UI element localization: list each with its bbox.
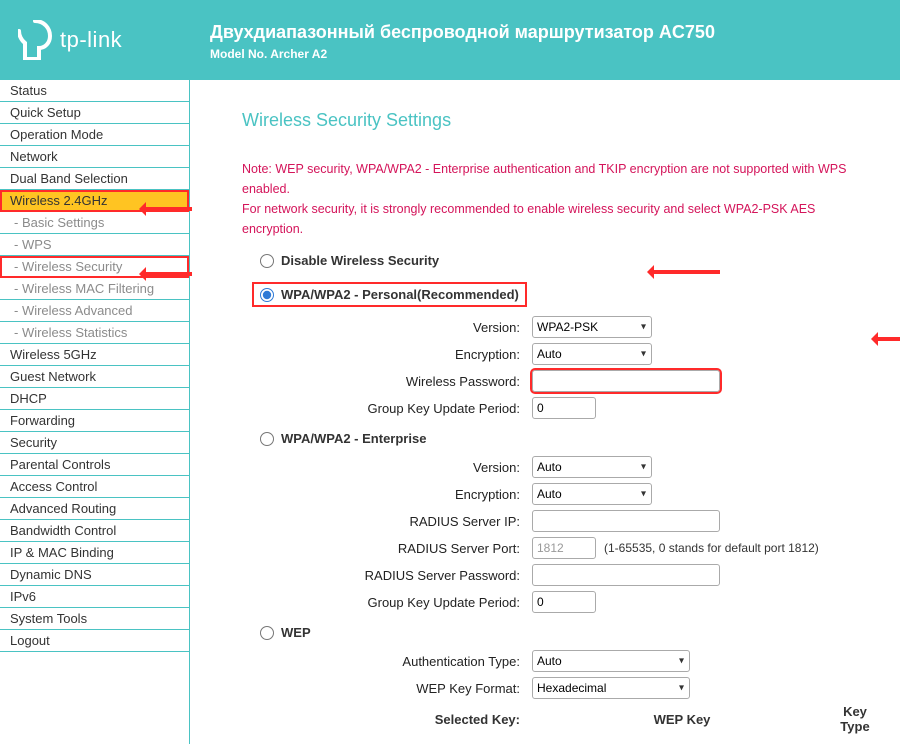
router-model: Model No. Archer A2 — [210, 47, 715, 61]
annotation-arrow — [142, 272, 192, 276]
sidebar-item[interactable]: Operation Mode — [0, 124, 189, 146]
label-radius-pw: RADIUS Server Password: — [242, 568, 532, 583]
content: Wireless Security Settings Note: WEP sec… — [190, 80, 900, 744]
brand-logo: tp-link — [18, 20, 122, 60]
radio-enterprise[interactable] — [260, 432, 274, 446]
input-personal-gk[interactable] — [532, 397, 596, 419]
annotation-arrow — [874, 337, 900, 341]
input-radius-port[interactable] — [532, 537, 596, 559]
sidebar-item[interactable]: - Basic Settings — [0, 212, 189, 234]
sidebar-item[interactable]: Quick Setup — [0, 102, 189, 124]
radio-wep[interactable] — [260, 626, 274, 640]
label-personal-password: Wireless Password: — [242, 374, 532, 389]
select-wep-auth[interactable]: Auto — [532, 650, 690, 672]
page-title: Wireless Security Settings — [242, 110, 878, 131]
wep-key-header: Selected Key: WEP Key Key Type — [242, 704, 878, 734]
hint-radius-port: (1-65535, 0 stands for default port 1812… — [604, 541, 819, 555]
label-ent-gk: Group Key Update Period: — [242, 595, 532, 610]
label-enterprise: WPA/WPA2 - Enterprise — [281, 431, 426, 446]
select-ent-encryption[interactable]: Auto — [532, 483, 652, 505]
input-ent-gk[interactable] — [532, 591, 596, 613]
sidebar-item[interactable]: DHCP — [0, 388, 189, 410]
input-radius-ip[interactable] — [532, 510, 720, 532]
header-title: Двухдиапазонный беспроводной маршрутизат… — [210, 22, 715, 61]
sidebar-item[interactable]: Access Control — [0, 476, 189, 498]
router-title: Двухдиапазонный беспроводной маршрутизат… — [210, 22, 715, 43]
sidebar-item[interactable]: Forwarding — [0, 410, 189, 432]
sidebar-item[interactable]: IP & MAC Binding — [0, 542, 189, 564]
sidebar-item[interactable]: Bandwidth Control — [0, 520, 189, 542]
sidebar-item[interactable]: Logout — [0, 630, 189, 652]
select-wep-format[interactable]: Hexadecimal — [532, 677, 690, 699]
sidebar: StatusQuick SetupOperation ModeNetworkDu… — [0, 80, 190, 744]
sidebar-item[interactable]: Status — [0, 80, 189, 102]
option-personal[interactable]: WPA/WPA2 - Personal(Recommended) — [254, 284, 525, 305]
sidebar-item[interactable]: Dynamic DNS — [0, 564, 189, 586]
select-personal-version[interactable]: WPA2-PSK — [532, 316, 652, 338]
sidebar-item[interactable]: - WPS — [0, 234, 189, 256]
sidebar-item[interactable]: System Tools — [0, 608, 189, 630]
radio-disable[interactable] — [260, 254, 274, 268]
sidebar-item[interactable]: Guest Network — [0, 366, 189, 388]
sidebar-item[interactable]: Dual Band Selection — [0, 168, 189, 190]
sidebar-item[interactable]: Parental Controls — [0, 454, 189, 476]
label-radius-port: RADIUS Server Port: — [242, 541, 532, 556]
label-ent-encryption: Encryption: — [242, 487, 532, 502]
sidebar-item[interactable]: - Wireless MAC Filtering — [0, 278, 189, 300]
sidebar-item[interactable]: Wireless 5GHz — [0, 344, 189, 366]
sidebar-item[interactable]: IPv6 — [0, 586, 189, 608]
header: tp-link Двухдиапазонный беспроводной мар… — [0, 0, 900, 80]
label-personal-version: Version: — [242, 320, 532, 335]
select-personal-encryption[interactable]: Auto — [532, 343, 652, 365]
label-radius-ip: RADIUS Server IP: — [242, 514, 532, 529]
option-disable[interactable]: Disable Wireless Security — [260, 253, 878, 268]
tplink-logo-icon — [18, 20, 52, 60]
sidebar-item[interactable]: - Wireless Statistics — [0, 322, 189, 344]
label-wep: WEP — [281, 625, 311, 640]
annotation-arrow — [650, 270, 720, 274]
option-wep[interactable]: WEP — [260, 625, 878, 640]
option-enterprise[interactable]: WPA/WPA2 - Enterprise — [260, 431, 878, 446]
sidebar-item[interactable]: - Wireless Advanced — [0, 300, 189, 322]
input-radius-pw[interactable] — [532, 564, 720, 586]
label-personal-gk: Group Key Update Period: — [242, 401, 532, 416]
select-ent-version[interactable]: Auto — [532, 456, 652, 478]
sidebar-item[interactable]: Advanced Routing — [0, 498, 189, 520]
label-personal-encryption: Encryption: — [242, 347, 532, 362]
label-wep-format: WEP Key Format: — [242, 681, 532, 696]
label-wep-auth: Authentication Type: — [242, 654, 532, 669]
sidebar-item[interactable]: Security — [0, 432, 189, 454]
label-personal: WPA/WPA2 - Personal(Recommended) — [281, 287, 519, 302]
annotation-arrow — [142, 207, 192, 211]
brand-text: tp-link — [60, 27, 122, 53]
input-personal-password[interactable] — [532, 370, 720, 392]
sidebar-item[interactable]: Network — [0, 146, 189, 168]
security-note: Note: WEP security, WPA/WPA2 - Enterpris… — [242, 159, 878, 239]
label-disable: Disable Wireless Security — [281, 253, 439, 268]
label-ent-version: Version: — [242, 460, 532, 475]
radio-personal[interactable] — [260, 288, 274, 302]
